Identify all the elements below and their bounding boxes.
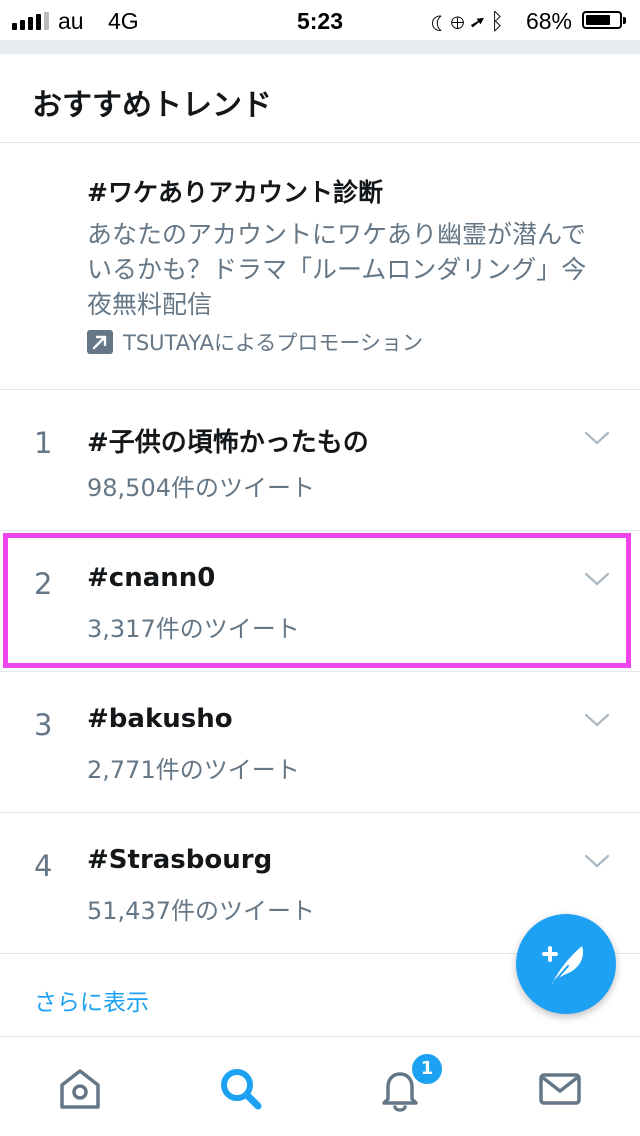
promotion-label: TSUTAYAによるプロモーション (123, 331, 423, 355)
trend-name: #子供の頃怖かったもの (87, 428, 369, 458)
battery-percent: 68% (525, 8, 572, 34)
location-icon: ➚ (470, 8, 491, 34)
promoted-trend-title: #ワケありアカウント診断 (87, 178, 383, 207)
trend-tweet-count: 2,771件のツイート (87, 756, 300, 784)
trend-rank: 1 (34, 426, 53, 460)
status-icons: ☾⊕➚ᛒ (431, 8, 510, 35)
promotion-label-row: TSUTAYAによるプロモーション (87, 327, 423, 357)
trend-name: #bakusho (87, 704, 233, 734)
promoted-trend[interactable]: #ワケありアカウント診断 あなたのアカウントにワケあり幽霊が潜んでいるかも？ドラ… (0, 143, 640, 390)
trend-rank: 3 (34, 708, 53, 742)
trend-row[interactable]: 3 #bakusho 2,771件のツイート (0, 672, 640, 813)
trends-section-header: おすすめトレンド (0, 54, 640, 143)
promoted-trend-description: あなたのアカウントにワケあり幽霊が潜んでいるかも？ドラマ「ルームロンダリング」今… (87, 220, 587, 319)
bluetooth-icon: ᛒ (490, 8, 510, 34)
section-title: おすすめトレンド (32, 88, 272, 123)
trend-tweet-count: 3,317件のツイート (87, 615, 300, 643)
compose-feather-icon (542, 946, 584, 984)
trend-row[interactable]: 1 #子供の頃怖かったもの 98,504件のツイート (0, 390, 640, 531)
rotation-lock-icon: ⊕ (450, 8, 471, 34)
battery-icon (582, 11, 626, 29)
trend-row[interactable]: 2 #cnann0 3,317件のツイート (0, 531, 640, 672)
chevron-down-icon[interactable] (584, 430, 610, 446)
trend-rank: 2 (34, 567, 53, 601)
trend-tweet-count: 98,504件のツイート (87, 474, 315, 502)
compose-tweet-button[interactable] (516, 914, 616, 1014)
chevron-down-icon[interactable] (584, 853, 610, 869)
moon-icon: ☾ (430, 8, 451, 34)
trend-rank: 4 (34, 849, 53, 883)
top-separator (0, 40, 640, 54)
status-bar: au 4G 5:23 ☾⊕➚ᛒ 68% (0, 0, 640, 40)
notification-badge: 1 (410, 1052, 444, 1086)
promoted-arrow-icon (87, 330, 113, 354)
home-icon[interactable] (50, 1059, 110, 1119)
tab-bar (0, 1037, 640, 1136)
search-icon[interactable] (210, 1059, 270, 1119)
trend-name: #Strasbourg (87, 845, 273, 875)
show-more-link[interactable]: さらに表示 (34, 983, 149, 1017)
trend-tweet-count: 51,437件のツイート (87, 897, 315, 925)
trend-name: #cnann0 (87, 563, 216, 593)
chevron-down-icon[interactable] (584, 712, 610, 728)
messages-icon[interactable] (530, 1059, 590, 1119)
chevron-down-icon[interactable] (584, 571, 610, 587)
